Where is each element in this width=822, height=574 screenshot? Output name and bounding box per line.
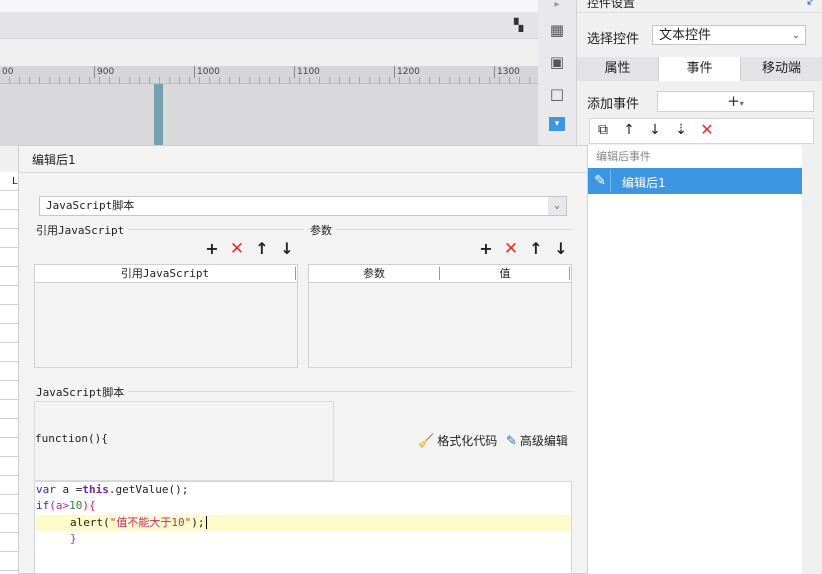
- divider: [577, 12, 822, 13]
- top-area: [0, 0, 538, 12]
- code-token: "值不能大于10": [109, 516, 192, 529]
- column-separator: [295, 267, 296, 280]
- chevron-down-icon: ⌄: [548, 197, 566, 215]
- add-ref-icon[interactable]: +: [204, 240, 220, 258]
- plus-icon: +: [727, 92, 740, 110]
- select-widget-label: 选择控件: [587, 32, 640, 47]
- ref-js-group-label: 引用JavaScript: [36, 222, 129, 238]
- move-down-param-icon[interactable]: ↓: [553, 240, 569, 258]
- code-line-4: }: [70, 531, 77, 547]
- selected-column-marker[interactable]: [154, 84, 163, 146]
- group-line: [308, 229, 574, 230]
- code-line-3: alert("值不能大于10");: [70, 515, 207, 531]
- advanced-edit-button[interactable]: ✎ 高级编辑: [506, 432, 568, 449]
- script-group-label: JavaScript脚本: [36, 384, 129, 400]
- ruler-tick: 1300: [494, 66, 520, 78]
- ref-js-table-header: 引用JavaScript: [34, 264, 298, 283]
- dropdown-widget-icon[interactable]: ▾: [549, 117, 565, 131]
- event-item-label: 编辑后1: [622, 176, 666, 190]
- broom-icon: 🧹: [418, 434, 435, 449]
- move-up-param-icon[interactable]: ↑: [528, 240, 544, 258]
- delete-param-icon[interactable]: ✕: [503, 240, 519, 258]
- add-event-button[interactable]: +▾: [657, 91, 814, 112]
- code-token: a =: [55, 483, 83, 496]
- format-code-label: 格式化代码: [437, 434, 498, 448]
- ruler-tick: 900: [94, 66, 114, 78]
- code-token: .getValue();: [108, 483, 189, 496]
- code-token: );: [191, 516, 205, 529]
- widget-select-value: 文本控件: [659, 28, 712, 43]
- divider: [19, 172, 587, 173]
- code-token: if: [36, 499, 50, 512]
- param-group-label: 参数: [310, 222, 336, 238]
- chevron-down-icon: ⌄: [791, 30, 800, 41]
- advanced-edit-label: 高级编辑: [519, 434, 568, 448]
- move-bottom-icon[interactable]: ⇣: [672, 122, 690, 138]
- widget-select[interactable]: 文本控件 ⌄: [652, 25, 806, 45]
- pencil-icon: ✎: [590, 170, 611, 192]
- sheet-row-gutter: L: [0, 172, 19, 574]
- tab-mobile[interactable]: 移动端: [741, 57, 822, 81]
- gutter-label: L: [12, 176, 18, 187]
- design-canvas[interactable]: [0, 84, 538, 146]
- designer-toolbar: ▚: [0, 12, 538, 39]
- column-header: 值: [499, 267, 511, 280]
- chevron-down-icon: ▾: [739, 99, 744, 108]
- add-event-label: 添加事件: [587, 97, 640, 112]
- column-header: 参数: [363, 267, 385, 280]
- column-header: 引用JavaScript: [120, 267, 210, 280]
- event-type-value: JavaScript脚本: [46, 199, 135, 212]
- move-down-ref-icon[interactable]: ↓: [279, 240, 295, 258]
- code-line-2: if(a>10){: [36, 498, 96, 514]
- move-down-icon[interactable]: ↓: [646, 122, 664, 138]
- frame-icon[interactable]: □: [548, 85, 566, 103]
- ruler-tick: 1200: [394, 66, 420, 78]
- copy-icon[interactable]: ⧉: [594, 122, 612, 138]
- text-cursor: [205, 516, 207, 529]
- pin-icon[interactable]: ↙: [806, 0, 816, 8]
- tab-properties[interactable]: 属性: [577, 57, 658, 81]
- tab-events[interactable]: 事件: [658, 57, 741, 81]
- event-list-item[interactable]: [588, 168, 802, 194]
- delete-ref-icon[interactable]: ✕: [229, 240, 245, 258]
- format-code-button[interactable]: 🧹 格式化代码: [418, 432, 497, 449]
- param-table-header: 参数 值: [308, 264, 572, 283]
- code-token: 10: [69, 499, 83, 512]
- panel-title: 控件设置: [587, 0, 636, 10]
- code-token: ){: [82, 499, 96, 512]
- horizontal-ruler: 00 900 1000 1100 1200 1300: [0, 66, 538, 84]
- collapse-arrow-icon[interactable]: ▸: [548, 0, 566, 14]
- code-editor[interactable]: var a =this.getValue(); if(a>10){ alert(…: [34, 481, 572, 574]
- move-up-ref-icon[interactable]: ↑: [254, 240, 270, 258]
- code-line-1: var a =this.getValue();: [36, 482, 188, 498]
- format-painter-icon[interactable]: ▚: [514, 18, 523, 32]
- ruler-tick: 1100: [294, 66, 320, 78]
- function-label: function(){: [35, 432, 108, 445]
- add-param-icon[interactable]: +: [478, 240, 494, 258]
- ruler-tick: 00: [2, 67, 14, 77]
- event-type-select[interactable]: JavaScript脚本 ⌄: [39, 196, 567, 216]
- code-token: var: [36, 483, 56, 496]
- move-up-icon[interactable]: ↑: [620, 122, 638, 138]
- edit-icon: ✎: [506, 434, 517, 449]
- event-group-header: 编辑后事件: [596, 150, 651, 163]
- dialog-title: 编辑后1: [32, 153, 76, 167]
- delete-icon[interactable]: ✕: [698, 122, 716, 138]
- widget-settings-icon[interactable]: ▣: [548, 53, 566, 71]
- code-token: (a>: [49, 499, 70, 512]
- code-token: }: [70, 532, 77, 545]
- ruler-tick: 1000: [194, 66, 220, 78]
- settings-tabs: 属性 事件 移动端: [577, 57, 822, 81]
- column-separator: [569, 267, 570, 280]
- event-list: [588, 145, 802, 574]
- code-token: this: [82, 483, 109, 496]
- code-token: alert(: [70, 516, 110, 529]
- grid-layout-icon[interactable]: ▦: [548, 21, 566, 39]
